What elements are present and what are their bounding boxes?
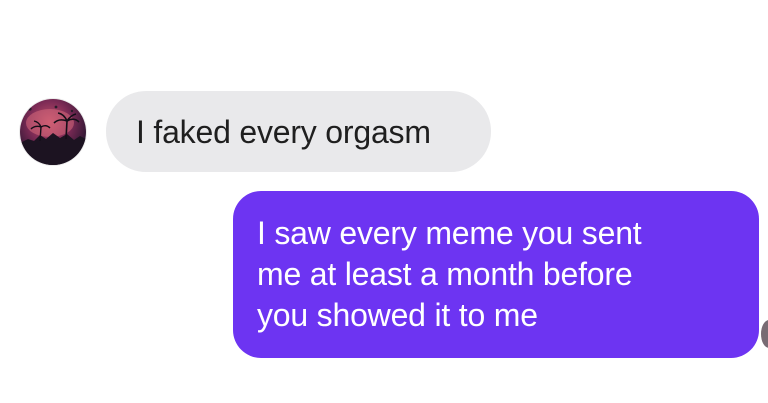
contact-avatar[interactable] [20,99,86,165]
partial-avatar-edge [761,320,768,348]
message-thread: I faked every orgasm I saw every meme yo… [0,0,768,403]
outgoing-message-text: I saw every meme you sent me at least a … [257,215,642,333]
incoming-message-bubble[interactable]: I faked every orgasm [106,91,491,172]
outgoing-message-bubble[interactable]: I saw every meme you sent me at least a … [233,191,759,358]
avatar-photo-icon [20,105,86,165]
incoming-message-text: I faked every orgasm [136,113,431,150]
